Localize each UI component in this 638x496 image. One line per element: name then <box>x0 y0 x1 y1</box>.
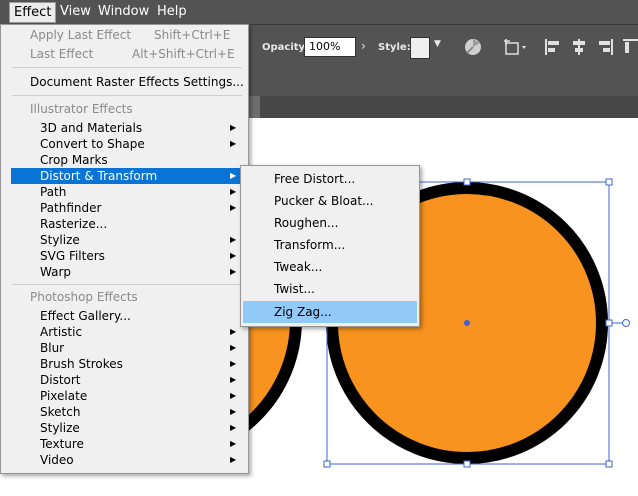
menu-separator <box>12 95 242 96</box>
menu-warp[interactable]: Warp ▶ <box>1 264 248 280</box>
submenu-arrow-icon: ▶ <box>230 187 237 196</box>
submenu-arrow-icon: ▶ <box>230 139 237 148</box>
menu-texture[interactable]: Texture ▶ <box>1 436 248 452</box>
opacity-label: Opacity: <box>262 42 310 53</box>
center-point <box>464 320 470 326</box>
submenu-arrow-icon: ▶ <box>230 327 237 336</box>
submenu-arrow-icon: ▶ <box>230 391 237 400</box>
menu-distort[interactable]: Distort ▶ <box>1 372 248 388</box>
submenu-roughen[interactable]: Roughen... <box>241 212 419 234</box>
menu-video[interactable]: Video ▶ <box>1 452 248 468</box>
illustrator-effects-header: Illustrator Effects <box>30 102 133 116</box>
menu-separator <box>12 67 242 68</box>
submenu-arrow-icon: ▶ <box>230 375 237 384</box>
menu-bar: Effect View Window Help <box>0 0 638 24</box>
submenu-arrow-icon: ▶ <box>230 407 237 416</box>
submenu-arrow-icon: ▶ <box>230 423 237 432</box>
menu-stylize-photoshop[interactable]: Stylize ▶ <box>1 420 248 436</box>
effect-menu: Apply Last Effect Shift+Ctrl+E Last Effe… <box>0 24 249 474</box>
align-left-icon[interactable] <box>544 38 562 56</box>
menu-pathfinder[interactable]: Pathfinder ▶ <box>1 200 248 216</box>
recolor-icon[interactable] <box>464 38 482 56</box>
submenu-arrow-icon: ▶ <box>230 455 237 464</box>
submenu-free-distort[interactable]: Free Distort... <box>241 168 419 190</box>
transform-icon[interactable] <box>502 37 528 57</box>
submenu-arrow-icon: ▶ <box>230 251 237 260</box>
menu-apply-last-effect[interactable]: Apply Last Effect Shift+Ctrl+E <box>1 27 248 43</box>
menu-convert-to-shape[interactable]: Convert to Shape ▶ <box>1 136 248 152</box>
submenu-tweak[interactable]: Tweak... <box>241 256 419 278</box>
align-right-icon[interactable] <box>596 38 614 56</box>
menu-window[interactable]: Window <box>98 4 149 19</box>
menu-sketch[interactable]: Sketch ▶ <box>1 404 248 420</box>
submenu-zig-zag[interactable]: Zig Zag... <box>243 301 417 323</box>
submenu-arrow-icon: ▶ <box>230 359 237 368</box>
submenu-arrow-icon: ▶ <box>230 439 237 448</box>
submenu-pucker-bloat[interactable]: Pucker & Bloat... <box>241 190 419 212</box>
submenu-arrow-icon: ▶ <box>230 267 237 276</box>
menu-view[interactable]: View <box>60 4 91 19</box>
style-swatch[interactable] <box>410 37 430 59</box>
submenu-twist[interactable]: Twist... <box>241 278 419 300</box>
opacity-chevron-icon[interactable]: › <box>361 39 366 53</box>
submenu-arrow-icon: ▶ <box>230 235 237 244</box>
photoshop-effects-header: Photoshop Effects <box>30 290 138 304</box>
rotation-widget-icon[interactable] <box>622 319 630 327</box>
submenu-arrow-icon: ▶ <box>230 171 237 180</box>
distort-transform-submenu: Free Distort... Pucker & Bloat... Roughe… <box>240 165 420 327</box>
submenu-arrow-icon: ▶ <box>230 203 237 212</box>
align-top-icon[interactable] <box>622 38 638 56</box>
menu-separator <box>12 284 242 285</box>
style-label: Style: <box>378 42 411 53</box>
menu-help[interactable]: Help <box>157 4 187 19</box>
menu-distort-and-transform[interactable]: Distort & Transform ▶ <box>11 168 242 184</box>
menu-svg-filters[interactable]: SVG Filters ▶ <box>1 248 248 264</box>
menu-stylize[interactable]: Stylize ▶ <box>1 232 248 248</box>
menu-effect-gallery[interactable]: Effect Gallery... <box>1 308 248 324</box>
menu-effect[interactable]: Effect <box>9 2 57 23</box>
submenu-arrow-icon: ▶ <box>230 123 237 132</box>
menu-blur[interactable]: Blur ▶ <box>1 340 248 356</box>
menu-last-effect[interactable]: Last Effect Alt+Shift+Ctrl+E <box>1 46 248 62</box>
align-center-icon[interactable] <box>570 38 588 56</box>
menu-document-raster-settings[interactable]: Document Raster Effects Settings... <box>1 74 248 90</box>
menu-crop-marks[interactable]: Crop Marks <box>1 152 248 168</box>
submenu-transform[interactable]: Transform... <box>241 234 419 256</box>
menu-rasterize[interactable]: Rasterize... <box>1 216 248 232</box>
opacity-input[interactable]: 100% <box>304 37 356 57</box>
menu-pixelate[interactable]: Pixelate ▶ <box>1 388 248 404</box>
submenu-arrow-icon: ▶ <box>230 343 237 352</box>
menu-path[interactable]: Path ▶ <box>1 184 248 200</box>
menu-artistic[interactable]: Artistic ▶ <box>1 324 248 340</box>
style-dropdown-icon[interactable]: ▼ <box>434 39 441 49</box>
menu-brush-strokes[interactable]: Brush Strokes ▶ <box>1 356 248 372</box>
menu-3d-and-materials[interactable]: 3D and Materials ▶ <box>1 120 248 136</box>
